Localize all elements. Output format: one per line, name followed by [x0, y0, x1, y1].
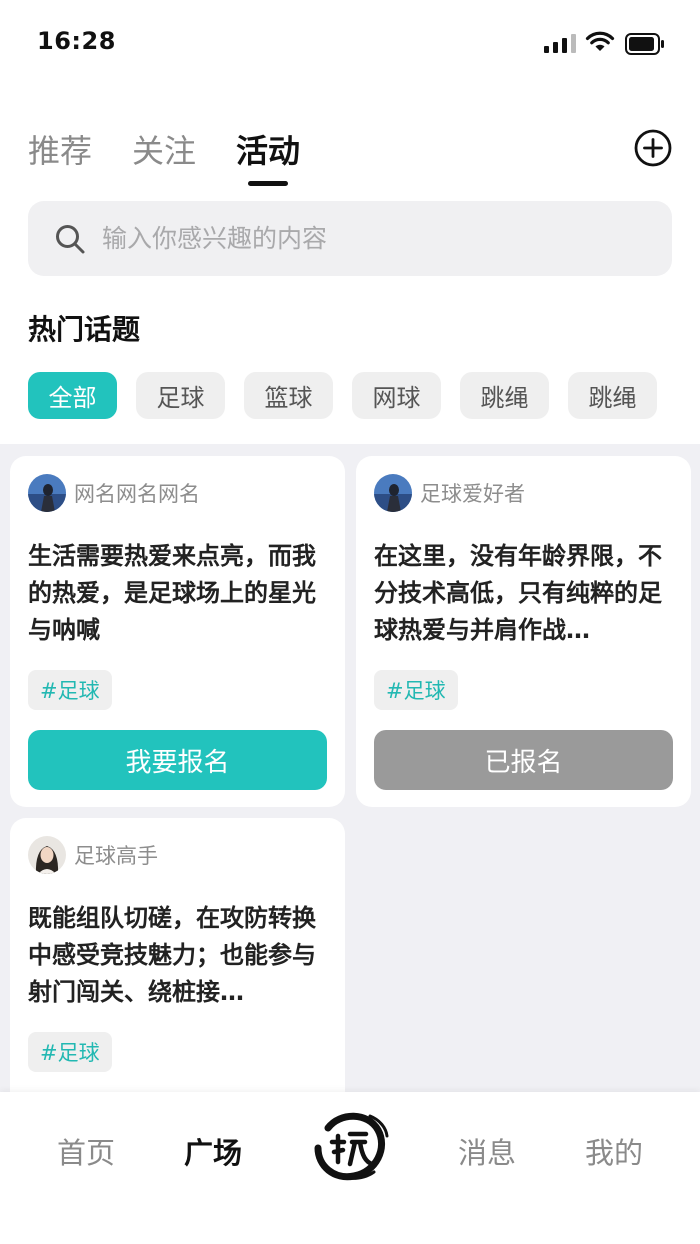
activity-feed: 网名网名网名 生活需要热爱来点亮，而我的热爱，是足球场上的星光与呐喊 #足球 我…: [0, 444, 700, 1092]
card-description: 生活需要热爱来点亮，而我的热爱，是足球场上的星光与呐喊: [28, 542, 316, 644]
topic-chip-basketball[interactable]: 篮球: [244, 372, 333, 419]
battery-icon: [625, 33, 664, 55]
active-tab-indicator: [248, 181, 289, 186]
wifi-icon: [585, 31, 615, 51]
topic-chip-tennis[interactable]: 网球: [352, 372, 441, 419]
bottom-nav: 首页 广场 消息 我的: [0, 1092, 700, 1244]
status-time: 16:28: [37, 27, 116, 55]
topic-chip-list: 全部 足球 篮球 网球 跳绳 跳绳: [28, 372, 657, 419]
tab-recommend[interactable]: 推荐: [28, 126, 92, 172]
topic-tag[interactable]: #足球: [374, 670, 458, 710]
topic-chip-all[interactable]: 全部: [28, 372, 117, 419]
register-button[interactable]: 我要报名: [28, 730, 327, 790]
nav-home[interactable]: 首页: [57, 1130, 115, 1172]
topic-tag[interactable]: #足球: [28, 670, 112, 710]
card-author[interactable]: 网名网名网名: [28, 474, 200, 512]
card-author[interactable]: 足球高手: [28, 836, 158, 874]
brand-logo-icon[interactable]: [310, 1106, 390, 1186]
activity-card[interactable]: 网名网名网名 生活需要热爱来点亮，而我的热爱，是足球场上的星光与呐喊 #足球 我…: [10, 456, 345, 807]
card-author[interactable]: 足球爱好者: [374, 474, 525, 512]
registered-button[interactable]: 已报名: [374, 730, 673, 790]
tab-activities[interactable]: 活动: [236, 126, 300, 186]
nav-profile[interactable]: 我的: [585, 1130, 643, 1172]
avatar[interactable]: [28, 474, 66, 512]
avatar[interactable]: [28, 836, 66, 874]
card-description: 既能组队切磋，在攻防转换中感受竞技魅力；也能参与射门闯关、绕桩接…: [28, 904, 316, 1006]
search-input[interactable]: [102, 224, 622, 253]
author-name: 足球高手: [74, 844, 158, 868]
add-circle-icon[interactable]: [634, 129, 672, 167]
screen: 16:28 推荐 关注 活动 热门话题 全部: [0, 0, 700, 1244]
avatar[interactable]: [374, 474, 412, 512]
cellular-signal-icon: [544, 33, 576, 53]
activity-card[interactable]: 足球高手 既能组队切磋，在攻防转换中感受竞技魅力；也能参与射门闯关、绕桩接… #…: [10, 818, 345, 1092]
search-bar[interactable]: [28, 201, 672, 276]
nav-plaza[interactable]: 广场: [184, 1130, 242, 1172]
nav-messages[interactable]: 消息: [458, 1130, 516, 1172]
top-tabs: 推荐 关注 活动: [28, 126, 300, 186]
section-title-hot-topics: 热门话题: [28, 313, 141, 346]
topic-tag[interactable]: #足球: [28, 1032, 112, 1072]
card-description: 在这里，没有年龄界限，不分技术高低，只有纯粹的足球热爱与并肩作战…: [374, 542, 662, 644]
activity-card[interactable]: 足球爱好者 在这里，没有年龄界限，不分技术高低，只有纯粹的足球热爱与并肩作战… …: [356, 456, 691, 807]
topic-chip-jump-rope[interactable]: 跳绳: [460, 372, 549, 419]
status-bar: 16:28: [0, 0, 700, 86]
topic-chip-football[interactable]: 足球: [136, 372, 225, 419]
author-name: 足球爱好者: [420, 482, 525, 506]
author-name: 网名网名网名: [74, 482, 200, 506]
topic-chip-jump-rope-2[interactable]: 跳绳: [568, 372, 657, 419]
search-icon: [56, 224, 85, 253]
tab-following[interactable]: 关注: [132, 126, 196, 172]
